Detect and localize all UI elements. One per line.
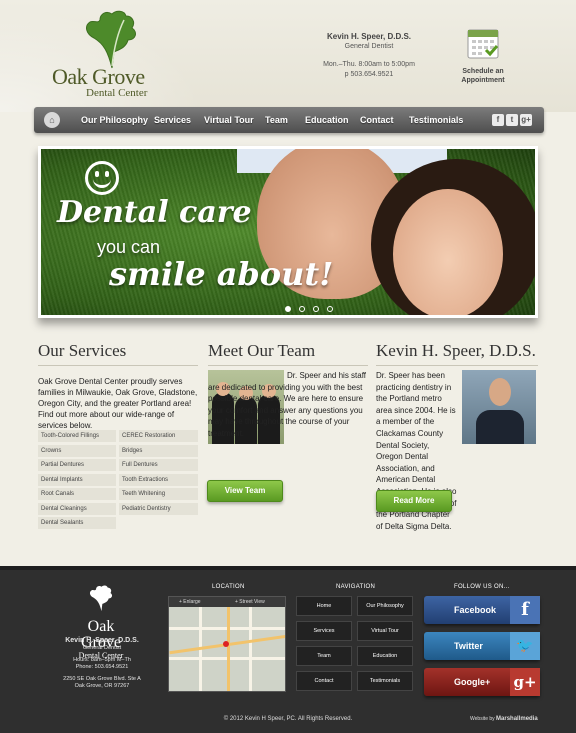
footer-nav-our-philosophy[interactable]: Our Philosophy bbox=[357, 596, 413, 616]
service-link[interactable]: Dental Sealants bbox=[38, 517, 116, 529]
facebook-button[interactable]: Facebook f bbox=[424, 596, 540, 624]
doctor-title: General Dentist bbox=[344, 43, 394, 50]
service-link[interactable]: Bridges bbox=[119, 445, 198, 457]
twitter-label: Twitter bbox=[454, 641, 483, 651]
footer: Oak Grove Dental Center Kevin H. Speer, … bbox=[0, 566, 576, 733]
map-toolbar: + Enlarge + Street View bbox=[169, 597, 285, 607]
website-brand: Marshallmedia bbox=[496, 716, 538, 722]
slider-dot[interactable] bbox=[285, 306, 291, 312]
google-plus-icon[interactable]: g+ bbox=[520, 114, 532, 126]
footer-contact: Kevin H. Speer, D.D.S. General Dentist H… bbox=[52, 636, 152, 690]
services-heading: Our Services bbox=[38, 341, 198, 366]
google-plus-button[interactable]: Google+ g+ bbox=[424, 668, 540, 696]
follow-heading: FOLLOW US ON... bbox=[454, 584, 510, 590]
footer-nav-education[interactable]: Education bbox=[357, 646, 413, 666]
view-team-button[interactable]: View Team bbox=[207, 480, 283, 502]
location-map[interactable]: + Enlarge + Street View bbox=[168, 596, 286, 692]
service-link[interactable]: Full Dentures bbox=[119, 459, 198, 471]
nav-item-testimonials[interactable]: Testimonials bbox=[409, 107, 463, 133]
header-contact: Kevin H. Speer, D.D.S. General Dentist M… bbox=[310, 32, 428, 80]
service-link[interactable]: Dental Implants bbox=[38, 474, 116, 486]
footer-address-line1: 2250 SE Oak Grove Blvd. Ste A bbox=[63, 676, 141, 682]
slider-dot[interactable] bbox=[313, 306, 319, 312]
footer-nav-services[interactable]: Services bbox=[296, 621, 352, 641]
footer-nav-virtual-tour[interactable]: Virtual Tour bbox=[357, 621, 413, 641]
nav-item-contact[interactable]: Contact bbox=[360, 107, 394, 133]
twitter-icon: 🐦 bbox=[510, 632, 540, 660]
google-plus-icon: g+ bbox=[510, 668, 540, 696]
hero-photo-woman bbox=[393, 189, 503, 315]
facebook-icon[interactable]: f bbox=[492, 114, 504, 126]
main-nav: ⌂ Our Philosophy Services Virtual Tour T… bbox=[34, 107, 544, 133]
oak-leaf-icon bbox=[89, 585, 113, 612]
nav-item-services[interactable]: Services bbox=[154, 107, 191, 133]
map-street-view-button[interactable]: + Street View bbox=[235, 597, 265, 607]
footer-nav-contact[interactable]: Contact bbox=[296, 671, 352, 691]
team-heading: Meet Our Team bbox=[208, 341, 368, 366]
service-link[interactable]: Root Canals bbox=[38, 488, 116, 500]
schedule-appointment-button[interactable]: Schedule an Appointment bbox=[455, 26, 511, 85]
service-link[interactable]: Pediatric Dentistry bbox=[119, 503, 198, 515]
twitter-icon[interactable]: t bbox=[506, 114, 518, 126]
office-hours: Mon.–Thu. 8:00am to 5:00pm bbox=[323, 61, 415, 68]
nav-item-virtual-tour[interactable]: Virtual Tour bbox=[204, 107, 254, 133]
doctor-heading: Kevin H. Speer, D.D.S. bbox=[376, 341, 538, 366]
navigation-heading: NAVIGATION bbox=[336, 584, 376, 590]
doctor-photo bbox=[462, 370, 536, 444]
service-link[interactable]: Dental Cleanings bbox=[38, 503, 116, 515]
calendar-icon bbox=[467, 29, 499, 59]
nav-item-our-philosophy[interactable]: Our Philosophy bbox=[81, 107, 148, 133]
service-link[interactable]: CEREC Restoration bbox=[119, 430, 198, 442]
facebook-icon: f bbox=[510, 596, 540, 624]
website-credit[interactable]: Website by Marshallmedia bbox=[470, 716, 538, 722]
hero-headline: Dental care bbox=[57, 195, 252, 230]
service-link[interactable]: Partial Dentures bbox=[38, 459, 116, 471]
schedule-label: Schedule an Appointment bbox=[461, 68, 505, 84]
map-pin-icon bbox=[223, 641, 229, 647]
phone-number: p 503.654.9521 bbox=[344, 71, 394, 78]
google-plus-label: Google+ bbox=[454, 677, 491, 687]
slider-dot[interactable] bbox=[299, 306, 305, 312]
slider-dots bbox=[285, 299, 341, 315]
services-section: Our Services Oak Grove Dental Center pro… bbox=[38, 341, 198, 431]
twitter-button[interactable]: Twitter 🐦 bbox=[424, 632, 540, 660]
services-intro: Oak Grove Dental Center proudly serves f… bbox=[38, 377, 198, 430]
map-enlarge-button[interactable]: + Enlarge bbox=[179, 597, 201, 607]
hero-slide: Dental care you can smile about! bbox=[41, 149, 535, 315]
footer-address-line2: Oak Grove, OR 97267 bbox=[74, 683, 130, 689]
service-link[interactable]: Crowns bbox=[38, 445, 116, 457]
smiley-icon bbox=[85, 161, 119, 195]
service-link[interactable]: Teeth Whitening bbox=[119, 488, 198, 500]
footer-nav-team[interactable]: Team bbox=[296, 646, 352, 666]
home-icon[interactable]: ⌂ bbox=[44, 112, 60, 128]
footer-doctor-name: Kevin H. Speer, D.D.S. bbox=[65, 637, 139, 644]
header: Oak Grove Dental Center Kevin H. Speer, … bbox=[0, 0, 576, 112]
footer-nav-home[interactable]: Home bbox=[296, 596, 352, 616]
oak-leaf-icon bbox=[86, 10, 136, 69]
hero-slider[interactable]: Dental care you can smile about! bbox=[38, 146, 538, 318]
doctor-name: Kevin H. Speer, D.D.S. bbox=[326, 32, 412, 41]
nav-item-education[interactable]: Education bbox=[305, 107, 349, 133]
footer-phone: Phone: 503.654.9521 bbox=[75, 664, 129, 670]
read-more-button[interactable]: Read More bbox=[376, 490, 452, 512]
location-heading: LOCATION bbox=[212, 584, 245, 590]
logo[interactable]: Oak Grove Dental Center bbox=[52, 8, 172, 100]
footer-doctor-title: General Dentist bbox=[82, 645, 122, 651]
team-text: Dr. Speer and his staff are dedicated to… bbox=[208, 371, 367, 438]
facebook-label: Facebook bbox=[454, 605, 497, 615]
nav-item-team[interactable]: Team bbox=[265, 107, 288, 133]
service-link[interactable]: Tooth-Colored Fillings bbox=[38, 430, 116, 442]
hero-tagline: smile about! bbox=[109, 255, 334, 293]
service-link[interactable]: Tooth Extractions bbox=[119, 474, 198, 486]
footer-hours: Hours: 8am–5pm M–Th bbox=[73, 657, 131, 663]
slider-dot[interactable] bbox=[327, 306, 333, 312]
website-by-label: Website by bbox=[470, 716, 495, 722]
logo-subtext: Dental Center bbox=[86, 87, 148, 99]
footer-nav-testimonials[interactable]: Testimonials bbox=[357, 671, 413, 691]
